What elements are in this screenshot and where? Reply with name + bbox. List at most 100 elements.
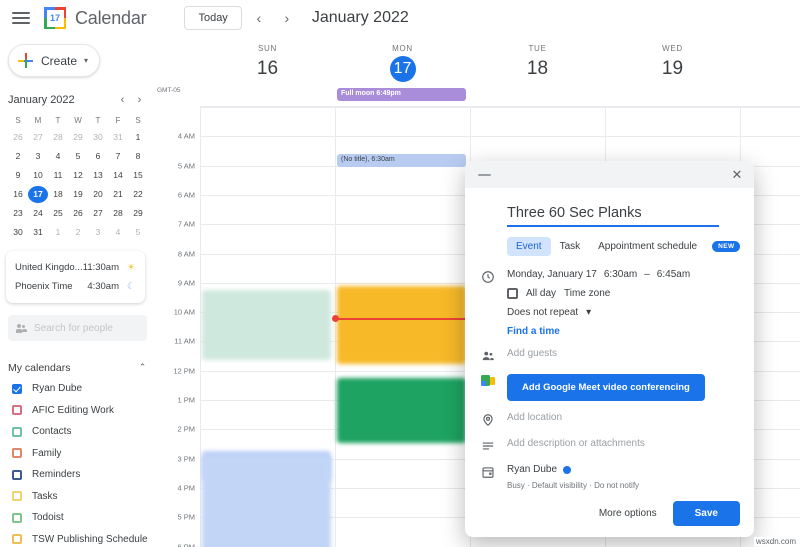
mini-calendar-day[interactable]: 29: [68, 129, 88, 146]
mini-calendar-day[interactable]: 27: [28, 129, 48, 146]
tab-event[interactable]: Event: [507, 237, 551, 256]
mini-calendar-day[interactable]: 26: [68, 205, 88, 222]
mini-calendar-day[interactable]: 25: [48, 205, 68, 222]
mini-calendar-day[interactable]: 1: [128, 129, 148, 146]
mini-calendar-day[interactable]: 12: [68, 167, 88, 184]
calendar-checkbox[interactable]: [12, 491, 22, 502]
mini-calendar-day[interactable]: 4: [108, 224, 128, 241]
calendar-list-item[interactable]: Todoist: [8, 507, 150, 529]
previous-period-icon[interactable]: ‹: [248, 7, 270, 29]
mini-calendar-day[interactable]: 2: [68, 224, 88, 241]
find-a-time-link[interactable]: Find a time: [507, 326, 560, 337]
mini-calendar-day[interactable]: 21: [108, 186, 128, 203]
mini-calendar-day[interactable]: 31: [28, 224, 48, 241]
mini-calendar-day[interactable]: 4: [48, 148, 68, 165]
time-zone-button[interactable]: Time zone: [564, 288, 610, 299]
mini-calendar-day[interactable]: 11: [48, 167, 68, 184]
day-number[interactable]: 18: [470, 56, 605, 82]
mini-calendar-day[interactable]: 24: [28, 205, 48, 222]
more-options-button[interactable]: More options: [599, 508, 657, 519]
day-header-tue[interactable]: TUE 18: [470, 36, 605, 82]
mini-calendar-day[interactable]: 2: [8, 148, 28, 165]
calendar-list-item[interactable]: Tasks: [8, 486, 150, 508]
next-period-icon[interactable]: ›: [276, 7, 298, 29]
mini-calendar-day[interactable]: 3: [28, 148, 48, 165]
mini-calendar-day[interactable]: 30: [88, 129, 108, 146]
mini-calendar-day[interactable]: 6: [88, 148, 108, 165]
mini-calendar-day[interactable]: 3: [88, 224, 108, 241]
dialog-header[interactable]: ✕: [465, 161, 754, 188]
mini-calendar-day[interactable]: 17: [28, 186, 48, 203]
mini-calendar-day[interactable]: 20: [88, 186, 108, 203]
save-button[interactable]: Save: [672, 500, 740, 526]
mini-next-month-icon[interactable]: ›: [131, 91, 148, 108]
calendar-list-item[interactable]: Family: [8, 443, 150, 465]
tab-appointment-schedule[interactable]: Appointment schedule: [589, 237, 706, 256]
calendar-event[interactable]: [337, 286, 466, 364]
calendar-list-item[interactable]: TSW Publishing Schedule: [8, 529, 150, 547]
event-date[interactable]: Monday, January 17: [507, 269, 597, 280]
add-guests-input[interactable]: Add guests: [507, 348, 736, 359]
calendar-checkbox[interactable]: [12, 383, 22, 394]
add-location-input[interactable]: Add location: [507, 412, 736, 423]
mini-calendar-day[interactable]: 28: [108, 205, 128, 222]
mini-calendar-day[interactable]: 18: [48, 186, 68, 203]
mini-calendar-day[interactable]: 27: [88, 205, 108, 222]
day-header-mon[interactable]: MON 17: [335, 36, 470, 82]
all-day-checkbox[interactable]: [507, 288, 518, 299]
calendar-checkbox[interactable]: [12, 512, 22, 523]
mini-calendar-day[interactable]: 9: [8, 167, 28, 184]
mini-calendar-day[interactable]: 14: [108, 167, 128, 184]
mini-calendar-day[interactable]: 5: [68, 148, 88, 165]
mini-calendar-day[interactable]: 16: [8, 186, 28, 203]
mini-calendar-day[interactable]: 13: [88, 167, 108, 184]
day-number[interactable]: 17: [389, 56, 416, 82]
create-button[interactable]: Create ▾: [8, 44, 100, 77]
calendar-checkbox[interactable]: [12, 405, 22, 416]
mini-prev-month-icon[interactable]: ‹: [114, 91, 131, 108]
calendar-list-item[interactable]: Ryan Dube: [8, 378, 150, 400]
event-title-input[interactable]: [507, 205, 719, 227]
mini-calendar-day[interactable]: 7: [108, 148, 128, 165]
chevron-up-icon[interactable]: ⌃: [135, 362, 150, 373]
mini-calendar-day[interactable]: 31: [108, 129, 128, 146]
day-number[interactable]: 16: [200, 56, 335, 82]
calendar-event[interactable]: [202, 290, 331, 360]
hamburger-menu-icon[interactable]: [8, 5, 34, 31]
mini-calendar-day[interactable]: 10: [28, 167, 48, 184]
day-header-sun[interactable]: SUN 16: [200, 36, 335, 82]
all-day-event-chip[interactable]: Full moon 6:49pm: [337, 88, 466, 101]
owner-row[interactable]: Ryan Dube: [507, 464, 736, 475]
mini-calendar-day[interactable]: 23: [8, 205, 28, 222]
calendar-event[interactable]: (No title), 6:30am: [337, 154, 466, 167]
calendar-checkbox[interactable]: [12, 534, 22, 545]
mini-calendar-day[interactable]: 15: [128, 167, 148, 184]
calendar-list-item[interactable]: AFIC Editing Work: [8, 400, 150, 422]
mini-calendar-day[interactable]: 26: [8, 129, 28, 146]
mini-calendar-day[interactable]: 22: [128, 186, 148, 203]
calendar-checkbox[interactable]: [12, 469, 22, 480]
tab-task[interactable]: Task: [551, 237, 590, 256]
mini-calendar-day[interactable]: 30: [8, 224, 28, 241]
close-icon[interactable]: ✕: [725, 163, 749, 187]
calendar-list-item[interactable]: Reminders: [8, 464, 150, 486]
calendar-event[interactable]: [337, 378, 466, 443]
mini-calendar-day[interactable]: 1: [48, 224, 68, 241]
my-calendars-header[interactable]: My calendars ⌃: [8, 357, 150, 378]
event-start-time[interactable]: 6:30am: [604, 269, 637, 280]
today-button[interactable]: Today: [184, 6, 242, 30]
day-number[interactable]: 19: [605, 56, 740, 82]
mini-calendar-day[interactable]: 8: [128, 148, 148, 165]
mini-calendar-day[interactable]: 28: [48, 129, 68, 146]
calendar-checkbox[interactable]: [12, 426, 22, 437]
calendar-checkbox[interactable]: [12, 448, 22, 459]
mini-calendar-day[interactable]: 5: [128, 224, 148, 241]
calendar-list-item[interactable]: Contacts: [8, 421, 150, 443]
event-end-time[interactable]: 6:45am: [657, 269, 690, 280]
mini-calendar-day[interactable]: 29: [128, 205, 148, 222]
drag-handle-icon[interactable]: [478, 173, 491, 176]
search-for-people-input[interactable]: Search for people: [8, 315, 147, 341]
repeat-select[interactable]: Does not repeat: [507, 307, 578, 318]
add-description-input[interactable]: Add description or attachments: [507, 438, 736, 449]
mini-calendar-day[interactable]: 19: [68, 186, 88, 203]
